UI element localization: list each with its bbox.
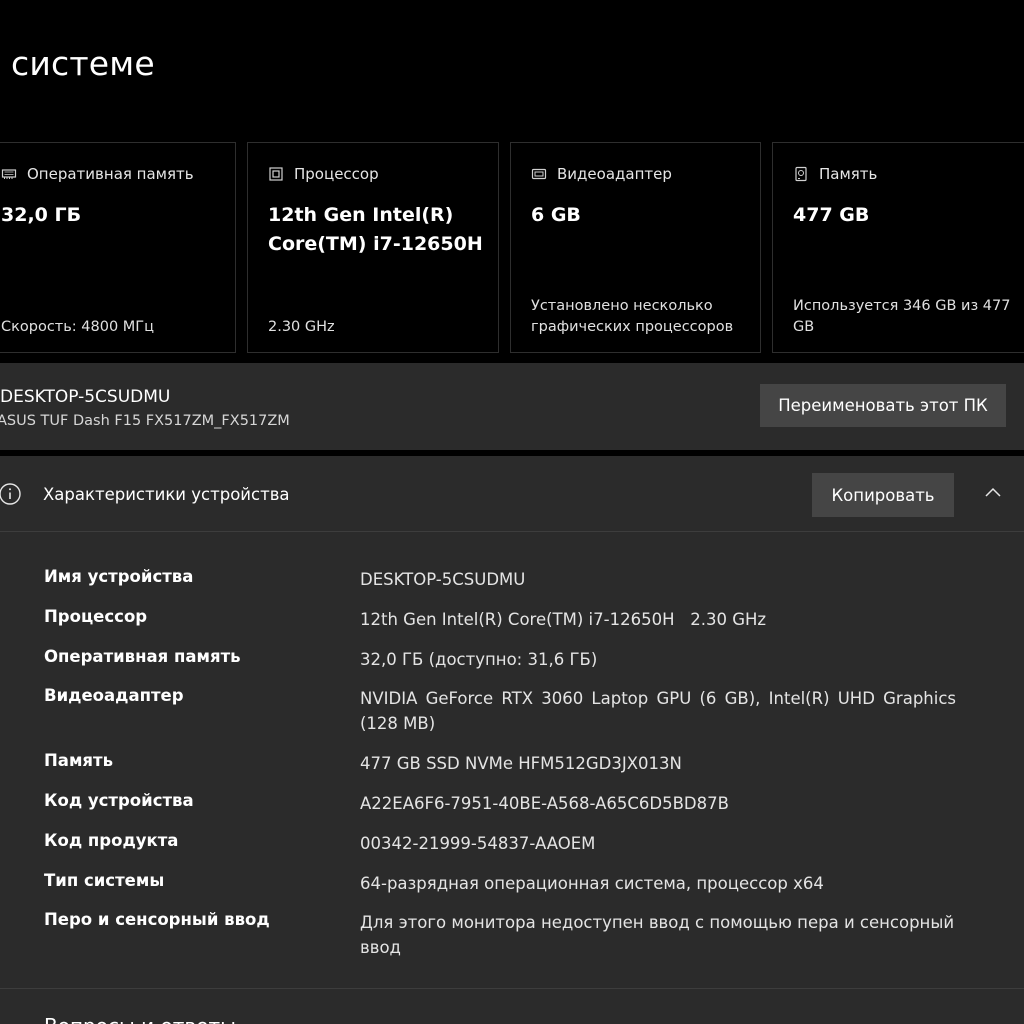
storage-card: Память 477 GB Используется 346 GB из 477… bbox=[772, 142, 1024, 353]
spec-value: 00342-21999-54837-AAOEM bbox=[360, 834, 596, 853]
graphics-card-value: 6 GB bbox=[531, 204, 581, 226]
spec-value: DESKTOP-5CSUDMU bbox=[360, 570, 526, 589]
processor-icon bbox=[269, 167, 283, 181]
processor-card-value: 12th Gen Intel(R) Core(TM) i7-12650H bbox=[268, 204, 483, 255]
device-name-bar: DESKTOP-5CSUDMU ASUS TUF Dash F15 FX517Z… bbox=[0, 363, 1024, 450]
spec-label: Память bbox=[44, 751, 114, 770]
page-title: системе bbox=[11, 44, 155, 83]
ram-icon bbox=[1, 169, 17, 179]
copy-button[interactable]: Копировать bbox=[812, 473, 954, 517]
processor-card-header: Процессор bbox=[268, 165, 379, 183]
spec-value: 12th Gen Intel(R) Core(TM) i7-12650H 2.3… bbox=[360, 610, 767, 629]
spec-value: Для этого монитора недоступен ввод с пом… bbox=[360, 913, 955, 957]
spec-label: Код устройства bbox=[44, 791, 194, 810]
graphics-card: Видеоадаптер 6 GB Установлено несколько … bbox=[510, 142, 761, 353]
processor-card-label: Процессор bbox=[294, 165, 379, 183]
about-system-page: системе Оперативная память 32,0 ГБ Скоро… bbox=[0, 0, 1024, 1024]
divider bbox=[0, 531, 1024, 532]
graphics-card-note: Установлено несколько графических процес… bbox=[531, 298, 734, 335]
ram-card-note: Скорость: 4800 МГц bbox=[1, 319, 155, 335]
device-specs-header[interactable]: Характеристики устройства Копировать bbox=[0, 456, 1024, 532]
spec-label: Тип системы bbox=[44, 871, 165, 890]
processor-card-note: 2.30 GHz bbox=[268, 319, 335, 335]
device-name: DESKTOP-5CSUDMU bbox=[0, 387, 171, 407]
storage-card-value: 477 GB bbox=[793, 204, 870, 226]
graphics-card-header: Видеоадаптер bbox=[531, 165, 672, 183]
device-specs-title: Характеристики устройства bbox=[43, 485, 290, 504]
spec-value: A22EA6F6-7951-40BE-A568-A65C6D5BD87B bbox=[360, 794, 729, 813]
spec-value: 477 GB SSD NVMe HFM512GD3JX013N bbox=[360, 754, 682, 773]
chevron-up-icon[interactable] bbox=[982, 484, 1004, 500]
storage-card-header: Память bbox=[793, 165, 877, 183]
ram-card-value: 32,0 ГБ bbox=[1, 204, 82, 226]
spec-label: Имя устройства bbox=[44, 567, 194, 586]
spec-label: Код продукта bbox=[44, 831, 179, 850]
graphics-card-label: Видеоадаптер bbox=[557, 165, 672, 183]
ram-card-label: Оперативная память bbox=[27, 165, 194, 183]
spec-value: 64-разрядная операционная система, проце… bbox=[360, 874, 824, 893]
processor-card: Процессор 12th Gen Intel(R) Core(TM) i7-… bbox=[247, 142, 499, 353]
device-model: ASUS TUF Dash F15 FX517ZM_FX517ZM bbox=[0, 413, 290, 429]
ram-card: Оперативная память 32,0 ГБ Скорость: 480… bbox=[0, 142, 236, 353]
spec-label: Видеоадаптер bbox=[44, 686, 184, 705]
storage-card-note: Используется 346 GB из 477 GB bbox=[793, 298, 1011, 335]
info-icon bbox=[0, 483, 21, 505]
spec-label: Процессор bbox=[44, 607, 148, 626]
spec-label: Оперативная память bbox=[44, 647, 241, 666]
graphics-card-icon bbox=[531, 168, 547, 180]
ram-card-header: Оперативная память bbox=[1, 165, 194, 183]
rename-pc-button[interactable]: Переименовать этот ПК bbox=[760, 384, 1006, 427]
spec-value: NVIDIA GeForce RTX 3060 Laptop GPU (6 GB… bbox=[360, 689, 956, 733]
spec-value: 32,0 ГБ (доступно: 31,6 ГБ) bbox=[360, 650, 598, 669]
storage-icon bbox=[795, 166, 807, 182]
divider bbox=[0, 988, 1024, 989]
storage-card-label: Память bbox=[819, 165, 878, 183]
device-specs-section: Характеристики устройства Копировать Имя… bbox=[0, 456, 1024, 1024]
faq-title[interactable]: Вопросы и ответы bbox=[44, 1014, 236, 1024]
spec-label: Перо и сенсорный ввод bbox=[44, 910, 270, 929]
